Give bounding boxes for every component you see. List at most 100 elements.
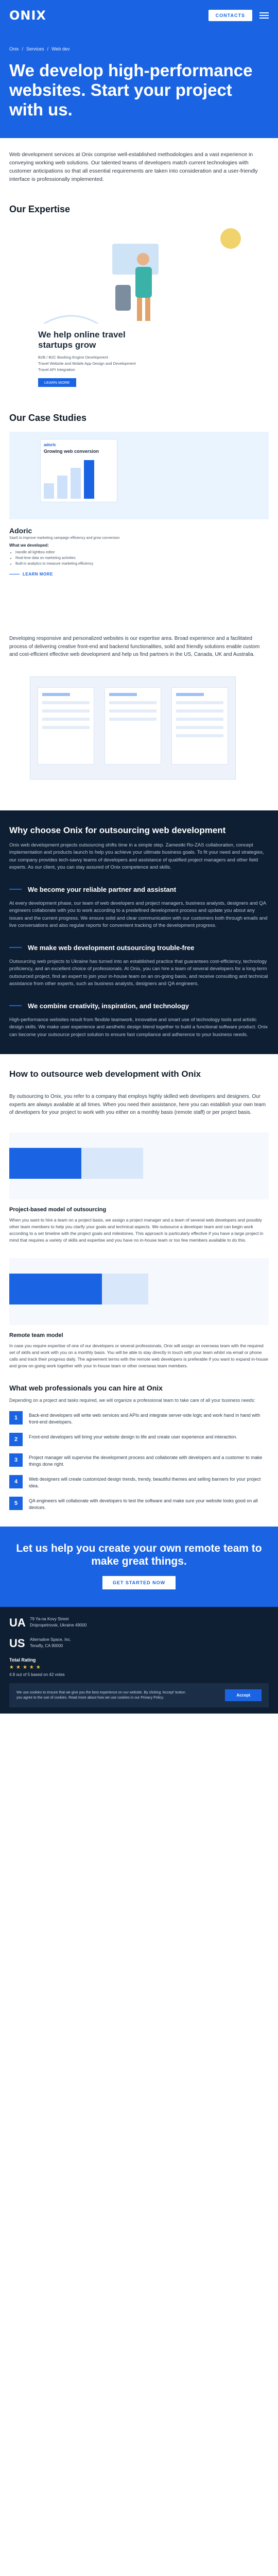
case-deliverable: Real-time data on marketing activities bbox=[15, 555, 269, 561]
header-actions: CONTACTS bbox=[208, 10, 269, 21]
profile-text: Back-end developers will write web servi… bbox=[29, 1413, 260, 1425]
case-illustration: adoric Growing web conversion bbox=[9, 432, 269, 519]
profile-number: 2 bbox=[9, 1433, 23, 1446]
rating-text: 4.8 out of 5 based on 42 votes bbox=[9, 1672, 65, 1677]
cta-section: Let us help you create your own remote t… bbox=[0, 1527, 278, 1607]
case-subtitle: SaaS to improve marketing campaign effic… bbox=[9, 536, 120, 540]
top-nav-bar: ONIX CONTACTS bbox=[0, 0, 278, 31]
dashboard-column bbox=[171, 687, 228, 765]
office-address: Alternative Space, Inc. Tenafly, CA 9000… bbox=[30, 1637, 72, 1648]
expertise-list: B2B / B2C Booking Engine Development Tra… bbox=[38, 354, 142, 373]
why-item: We combine creativity, inspiration, and … bbox=[9, 1002, 269, 1039]
breadcrumb-separator: / bbox=[47, 46, 49, 52]
adoric-logo: adoric bbox=[44, 443, 57, 447]
why-item-title: We make web development outsourcing trou… bbox=[28, 943, 195, 952]
expertise-learn-more-button[interactable]: LEARN MORE bbox=[38, 378, 76, 387]
dashboard-illustration bbox=[9, 671, 269, 795]
case-deliverables-list: Handle all lightbox editor Real-time dat… bbox=[9, 550, 269, 567]
profile-item: 3 Project manager will supervise the deve… bbox=[9, 1453, 269, 1468]
rating-title: Total Rating bbox=[9, 1657, 36, 1663]
model-title: Remote team model bbox=[9, 1332, 63, 1338]
why-item-text: High-performance websites result from fl… bbox=[9, 1016, 268, 1038]
onix-logo[interactable]: ONIX bbox=[9, 8, 46, 23]
accent-marker bbox=[9, 888, 22, 890]
why-item-text: Outsourcing web projects to Ukraine has … bbox=[9, 958, 268, 987]
why-choose-section: Why choose Onix for outsourcing web deve… bbox=[0, 810, 278, 1054]
expertise-item: Travel API Integration bbox=[38, 367, 75, 372]
profile-number: 3 bbox=[9, 1453, 23, 1467]
expertise-item: B2B / B2C Booking Engine Development bbox=[38, 355, 108, 360]
profiles-intro: Depending on a project and tasks require… bbox=[9, 1397, 255, 1403]
page-title: We develop high-performance websites. St… bbox=[9, 61, 253, 119]
star-icon: ★ bbox=[36, 1665, 41, 1670]
profile-item: 4 Web designers will create customized de… bbox=[9, 1475, 269, 1489]
profile-item: 2 Front-end developers will bring your we… bbox=[9, 1433, 269, 1446]
get-started-button[interactable]: GET STARTED NOW bbox=[102, 1576, 176, 1589]
star-icon: ★ bbox=[22, 1665, 27, 1670]
expertise-card-title: We help online travel startups grow bbox=[38, 330, 126, 350]
model-text: In case you require expertise of one of … bbox=[9, 1343, 268, 1368]
accent-marker bbox=[9, 946, 22, 948]
contacts-button[interactable]: CONTACTS bbox=[208, 10, 252, 21]
why-item-title: We become your reliable partner and assi… bbox=[28, 885, 177, 893]
model-text: When you want to hire a team on a projec… bbox=[9, 1217, 264, 1243]
case-panel-title: Growing web conversion bbox=[44, 449, 99, 454]
project-model-illustration bbox=[9, 1132, 269, 1199]
breadcrumb-services[interactable]: Services bbox=[26, 46, 44, 52]
dashboard-frame bbox=[30, 676, 236, 779]
profile-item: 1 Back-end developers will write web serv… bbox=[9, 1411, 269, 1426]
breadcrumb-separator: / bbox=[22, 46, 24, 52]
menu-icon[interactable] bbox=[259, 12, 269, 19]
cookie-text: We use cookies to ensure that we give yo… bbox=[16, 1690, 185, 1700]
profile-text: Project manager will supervise the devel… bbox=[29, 1455, 263, 1467]
case-deliverable: Built-in analytics to measure marketing … bbox=[15, 561, 269, 567]
case-bars-graphic bbox=[44, 457, 114, 499]
profile-number: 4 bbox=[9, 1475, 23, 1488]
why-title: Why choose Onix for outsourcing web deve… bbox=[9, 825, 226, 835]
case-learn-more-link[interactable]: LEARN MORE bbox=[9, 572, 53, 577]
expertise-overlay-card: We help online travel startups grow B2B … bbox=[31, 324, 149, 393]
profile-text: Web designers will create customized des… bbox=[29, 1477, 261, 1488]
profile-number: 1 bbox=[9, 1411, 23, 1425]
case-study-adoric: adoric Growing web conversion Adoric Saa… bbox=[9, 432, 269, 628]
star-icon: ★ bbox=[9, 1665, 14, 1670]
star-icon: ★ bbox=[29, 1665, 34, 1670]
star-icon: ★ bbox=[15, 1665, 21, 1670]
outsourcing-section: How to outsource web development with On… bbox=[0, 1054, 278, 1511]
expertise-card: We help online travel startups grow B2B … bbox=[9, 223, 269, 403]
remote-model-illustration bbox=[9, 1258, 269, 1325]
breadcrumb-onix[interactable]: Onix bbox=[9, 46, 19, 52]
hero-section: Onix / Services / Web dev We develop hig… bbox=[0, 31, 278, 138]
why-item: We become your reliable partner and assi… bbox=[9, 885, 269, 930]
profiles-list: 1 Back-end developers will write web serv… bbox=[9, 1411, 269, 1511]
outsourcing-title: How to outsource web development with On… bbox=[9, 1069, 201, 1079]
model-title: Project-based model of outsourcing bbox=[9, 1206, 107, 1213]
cta-title: Let us help you create your own remote t… bbox=[16, 1543, 262, 1567]
dashboard-column bbox=[38, 687, 94, 765]
develop-paragraph: Developing responsive and personalized w… bbox=[9, 636, 260, 657]
expertise-item: Travel Website and Mobile App Design and… bbox=[38, 361, 136, 366]
accent-marker bbox=[9, 1005, 22, 1006]
office-code: US bbox=[9, 1637, 25, 1650]
case-studies-heading: Our Case Studies bbox=[9, 413, 87, 423]
profile-text: Front-end developers will bring your web… bbox=[29, 1434, 237, 1439]
why-text: Onix web development projects outsourcin… bbox=[9, 842, 264, 871]
office-address: 79 Ya-na Kovy Street Dnipropetrovsk, Ukr… bbox=[30, 1617, 87, 1628]
why-item-title: We combine creativity, inspiration, and … bbox=[28, 1002, 189, 1010]
why-item-text: At every development phase, our team of … bbox=[9, 900, 268, 929]
dashboard-column bbox=[105, 687, 161, 765]
office-us: US Alternative Space, Inc. Tenafly, CA 9… bbox=[9, 1637, 269, 1650]
case-preview-panel: adoric Growing web conversion bbox=[40, 439, 117, 502]
profile-item: 5 QA engineers will collaborate with deve… bbox=[9, 1497, 269, 1511]
profile-text: QA engineers will collaborate with devel… bbox=[29, 1498, 258, 1510]
office-ua: UA 79 Ya-na Kovy Street Dnipropetrovsk, … bbox=[9, 1616, 269, 1630]
rating-stars: ★ ★ ★ ★ ★ bbox=[9, 1665, 269, 1670]
breadcrumb-current: Web dev bbox=[51, 46, 70, 52]
breadcrumb: Onix / Services / Web dev bbox=[9, 46, 269, 52]
accept-cookies-button[interactable]: Accept bbox=[225, 1689, 262, 1701]
footer: UA 79 Ya-na Kovy Street Dnipropetrovsk, … bbox=[0, 1607, 278, 1714]
profile-number: 5 bbox=[9, 1497, 23, 1510]
case-name: Adoric bbox=[9, 527, 32, 535]
case-deliverables-label: What we developed: bbox=[9, 543, 49, 548]
cookie-banner: We use cookies to ensure that we give yo… bbox=[9, 1683, 269, 1707]
